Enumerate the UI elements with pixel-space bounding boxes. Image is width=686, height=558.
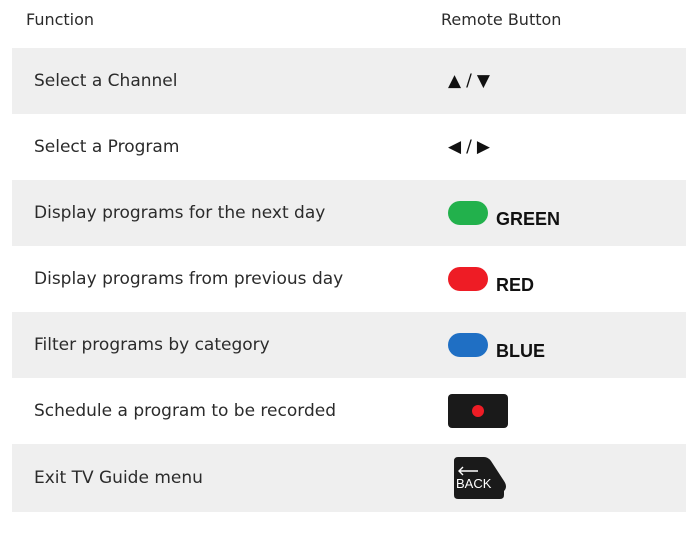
back-button-icon: BACK bbox=[448, 457, 508, 499]
remote-button-cell bbox=[448, 378, 508, 444]
function-label: Filter programs by category bbox=[34, 335, 270, 355]
remote-button-cell: GREEN bbox=[448, 180, 560, 246]
table-row: Select a Program ◀ / ▶ bbox=[12, 114, 686, 180]
function-label: Schedule a program to be recorded bbox=[34, 401, 336, 421]
table-row: Exit TV Guide menu BACK bbox=[12, 444, 686, 512]
up-down-arrows-icon: ▲ / ▼ bbox=[448, 71, 492, 91]
remote-function-table: Function Remote Button Select a Channel … bbox=[0, 0, 686, 558]
table-row: Filter programs by category BLUE bbox=[12, 312, 686, 378]
green-button-icon bbox=[448, 201, 488, 225]
table-header: Function Remote Button bbox=[12, 0, 686, 38]
remote-button-cell: BLUE bbox=[448, 312, 545, 378]
back-label: BACK bbox=[456, 476, 492, 491]
table-row: Display programs from previous day RED bbox=[12, 246, 686, 312]
red-button-icon bbox=[448, 267, 488, 291]
down-arrow-icon: ▼ bbox=[476, 71, 492, 91]
header-remote-button: Remote Button bbox=[441, 10, 562, 29]
green-label: GREEN bbox=[496, 208, 561, 229]
remote-button-cell: ◀ / ▶ bbox=[448, 114, 492, 180]
up-arrow-icon: ▲ bbox=[448, 71, 464, 91]
blue-label: BLUE bbox=[496, 340, 545, 361]
table-row: Display programs for the next day GREEN bbox=[12, 180, 686, 246]
right-arrow-icon: ▶ bbox=[476, 137, 492, 157]
blue-button-icon bbox=[448, 333, 488, 357]
record-icon bbox=[472, 405, 484, 417]
function-label: Select a Program bbox=[34, 137, 180, 157]
function-label: Display programs for the next day bbox=[34, 203, 326, 223]
remote-button-cell: BACK bbox=[448, 444, 508, 512]
function-label: Display programs from previous day bbox=[34, 269, 344, 289]
remote-button-cell: ▲ / ▼ bbox=[448, 48, 492, 114]
function-label: Select a Channel bbox=[34, 71, 178, 91]
left-right-arrows-icon: ◀ / ▶ bbox=[448, 137, 492, 157]
table-row: Select a Channel ▲ / ▼ bbox=[12, 48, 686, 114]
header-function: Function bbox=[26, 10, 95, 29]
left-arrow-icon: ◀ bbox=[448, 137, 464, 157]
table-row: Schedule a program to be recorded bbox=[12, 378, 686, 444]
remote-button-cell: RED bbox=[448, 246, 534, 312]
record-button-icon bbox=[448, 394, 508, 428]
red-label: RED bbox=[496, 274, 535, 295]
function-label: Exit TV Guide menu bbox=[34, 468, 203, 488]
